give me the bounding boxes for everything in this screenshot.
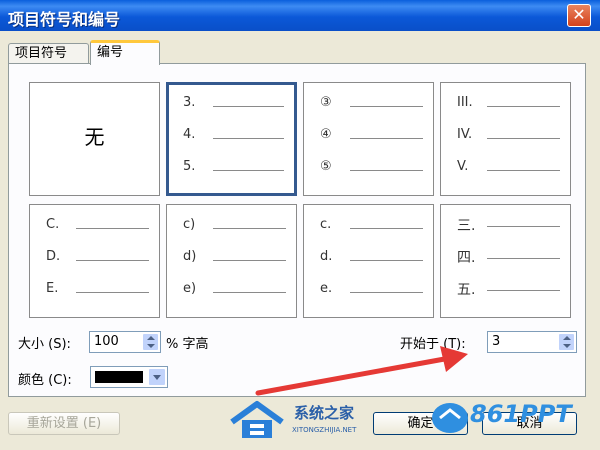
list-mark: d.: [320, 249, 333, 264]
list-mark: 4.: [183, 127, 196, 142]
dialog-title: 项目符号和编号: [8, 10, 121, 29]
list-mark: 四.: [457, 250, 476, 266]
list-mark: ③: [320, 95, 332, 110]
ppt-logo-icon: [432, 403, 468, 433]
list-mark: D.: [46, 249, 61, 264]
close-button[interactable]: ✕: [567, 4, 591, 27]
list-mark: 五.: [457, 282, 476, 298]
none-label: 无: [84, 125, 105, 149]
list-mark: c): [183, 217, 196, 232]
start-at-label: 开始于 (T):: [400, 337, 466, 352]
list-mark: d): [183, 249, 197, 264]
watermark-site1-url: XITONGZHIJIA.NET: [292, 426, 357, 434]
watermark-site2-name: 861PPT: [470, 400, 572, 428]
list-mark: ⑤: [320, 159, 332, 174]
size-spin-buttons[interactable]: [142, 333, 159, 351]
style-cell-chinese[interactable]: 三. 四. 五.: [440, 204, 571, 318]
bullets-numbering-dialog: 项目符号和编号 ✕ 项目符号 编号 无 3. 4. 5. ③ ④ ⑤ III. …: [0, 0, 600, 450]
start-at-spin-buttons[interactable]: [558, 333, 575, 351]
color-swatch: [95, 371, 143, 383]
style-cell-upper-alpha[interactable]: C. D. E.: [29, 204, 160, 318]
title-bar[interactable]: 项目符号和编号 ✕: [0, 0, 600, 31]
style-cell-none[interactable]: 无: [29, 82, 160, 196]
list-mark: V.: [457, 159, 469, 174]
list-mark: ④: [320, 127, 332, 142]
chevron-down-icon[interactable]: [148, 368, 166, 386]
start-at-value: 3: [492, 334, 501, 349]
style-cell-lower-alpha-paren[interactable]: c) d) e): [166, 204, 297, 318]
color-label: 颜色 (C):: [18, 373, 72, 388]
list-mark: c.: [320, 217, 332, 232]
reset-button[interactable]: 重新设置 (E): [8, 412, 120, 435]
size-unit-label: % 字高: [166, 337, 209, 352]
size-value: 100: [94, 334, 119, 349]
list-mark: 3.: [183, 95, 196, 110]
style-cell-circled[interactable]: ③ ④ ⑤: [303, 82, 434, 196]
color-dropdown[interactable]: [90, 366, 168, 388]
list-mark: 三.: [457, 218, 476, 234]
list-mark: e.: [320, 281, 333, 296]
size-spinner[interactable]: 100: [89, 331, 161, 353]
start-at-spinner[interactable]: 3: [487, 331, 577, 353]
list-mark: 5.: [183, 159, 196, 174]
tab-numbering[interactable]: 编号: [90, 40, 160, 65]
style-cell-roman[interactable]: III. IV. V.: [440, 82, 571, 196]
style-cell-lower-alpha[interactable]: c. d. e.: [303, 204, 434, 318]
style-cell-arabic[interactable]: 3. 4. 5.: [166, 82, 297, 196]
watermark-site1-name: 系统之家: [294, 404, 355, 422]
list-mark: IV.: [457, 127, 473, 142]
list-mark: III.: [457, 95, 473, 110]
tab-bullets[interactable]: 项目符号: [8, 43, 89, 64]
house-logo-icon: [230, 401, 284, 438]
list-mark: E.: [46, 281, 59, 296]
list-mark: C.: [46, 217, 60, 232]
size-label: 大小 (S):: [18, 337, 71, 352]
list-mark: e): [183, 281, 197, 296]
